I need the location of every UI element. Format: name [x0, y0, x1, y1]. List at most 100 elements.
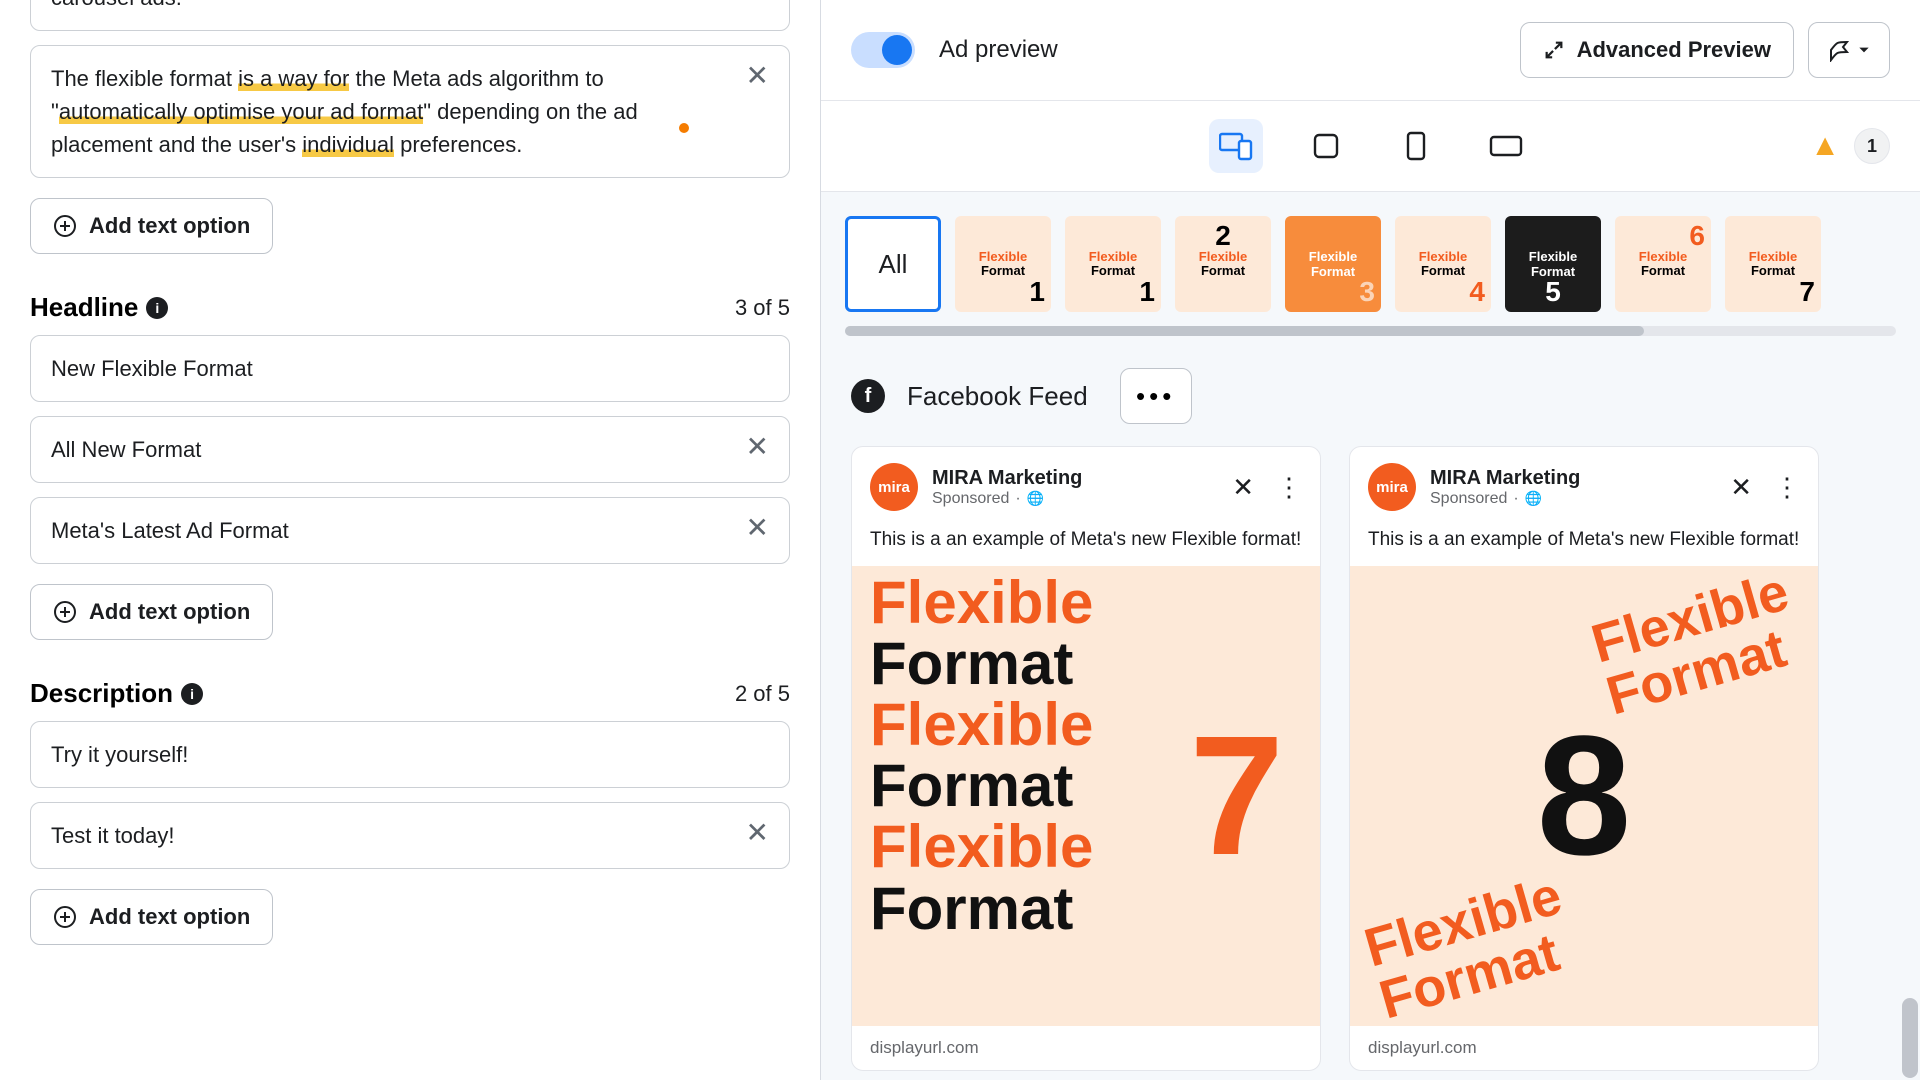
warning-count-badge[interactable]: 1 [1854, 128, 1890, 164]
add-primary-text-button[interactable]: Add text option [30, 198, 273, 254]
feed-options-button[interactable]: ••• [1120, 368, 1192, 424]
primary-text-partial: carousel ads. [51, 0, 182, 10]
remove-text-option-icon[interactable]: ✕ [746, 62, 769, 90]
view-landscape[interactable] [1479, 119, 1533, 173]
headline-text-1: All New Format [51, 433, 730, 466]
remove-headline-icon[interactable]: ✕ [746, 514, 769, 542]
share-dropdown-button[interactable] [1808, 22, 1890, 78]
headline-row-1[interactable]: All New Format ✕ [30, 416, 790, 483]
thumb-1b[interactable]: FlexibleFormat1 [1065, 216, 1161, 312]
preview-header: Ad preview Advanced Preview [821, 0, 1920, 101]
thumb-5[interactable]: FlexibleFormat5 [1505, 216, 1601, 312]
expand-icon [1543, 39, 1565, 61]
display-url: displayurl.com [852, 1026, 1320, 1070]
primary-text-row-partial[interactable]: carousel ads. [30, 0, 790, 31]
thumb-all[interactable]: All [845, 216, 941, 312]
ad-card-1: mira MIRA Marketing Sponsored · 🌐 ✕ ⋮ This… [851, 446, 1321, 1071]
highlight-span: individual [302, 132, 394, 157]
description-text-0: Try it yourself! [51, 738, 769, 771]
separator: · [1513, 490, 1518, 508]
devices-icon [1219, 131, 1253, 161]
remove-description-icon[interactable]: ✕ [746, 819, 769, 847]
square-icon [1312, 132, 1340, 160]
headline-count: 3 of 5 [735, 295, 790, 321]
thumb-2[interactable]: FlexibleFormat2 [1175, 216, 1271, 312]
description-row-1[interactable]: Test it today! ✕ [30, 802, 790, 869]
page-avatar[interactable]: mira [870, 463, 918, 511]
ad-creative-1[interactable]: Flexible Format Flexible Format Flexible… [852, 566, 1320, 1026]
view-portrait[interactable] [1389, 119, 1443, 173]
primary-text-row-2[interactable]: The flexible format is a way for the Met… [30, 45, 790, 178]
headline-section-head: Headline i 3 of 5 [30, 292, 790, 323]
description-section-head: Description i 2 of 5 [30, 678, 790, 709]
creative-thumbnail-strip: All FlexibleFormat1 FlexibleFormat1 Flex… [821, 192, 1920, 326]
card-close-icon[interactable]: ✕ [1232, 472, 1254, 503]
card-menu-icon[interactable]: ⋮ [1774, 472, 1800, 503]
headline-row-2[interactable]: Meta's Latest Ad Format ✕ [30, 497, 790, 564]
add-text-label: Add text option [89, 599, 250, 625]
add-text-label: Add text option [89, 904, 250, 930]
share-icon [1827, 38, 1851, 62]
preview-pane: Ad preview Advanced Preview ▲ [820, 0, 1920, 1080]
page-name[interactable]: MIRA Marketing [1430, 467, 1716, 490]
description-row-0[interactable]: Try it yourself! [30, 721, 790, 788]
add-description-button[interactable]: Add text option [30, 889, 273, 945]
globe-icon: 🌐 [1525, 490, 1542, 507]
separator: · [1015, 490, 1020, 508]
chevron-down-icon [1857, 43, 1871, 57]
thumb-7[interactable]: FlexibleFormat7 [1725, 216, 1821, 312]
thumb-3[interactable]: FlexibleFormat3 [1285, 216, 1381, 312]
view-square[interactable] [1299, 119, 1353, 173]
page-avatar[interactable]: mira [1368, 463, 1416, 511]
sponsored-label: Sponsored [1430, 490, 1507, 508]
globe-icon: 🌐 [1027, 490, 1044, 507]
ad-primary-text: This is a an example of Meta's new Flexi… [852, 527, 1320, 566]
device-view-tabs: ▲ 1 [821, 101, 1920, 192]
ad-creative-2[interactable]: Flexible Format Flexible Format 8 [1350, 566, 1818, 1026]
ad-preview-label: Ad preview [939, 36, 1058, 64]
preview-cards: mira MIRA Marketing Sponsored · 🌐 ✕ ⋮ This… [821, 446, 1920, 1071]
view-all-devices[interactable] [1209, 119, 1263, 173]
thumb-4[interactable]: FlexibleFormat4 [1395, 216, 1491, 312]
ad-preview-toggle[interactable] [851, 32, 915, 68]
add-text-label: Add text option [89, 213, 250, 239]
remove-headline-icon[interactable]: ✕ [746, 433, 769, 461]
page-name[interactable]: MIRA Marketing [932, 467, 1218, 490]
creative-number: 7 [1189, 698, 1284, 894]
headline-row-0[interactable]: New Flexible Format [30, 335, 790, 402]
headline-label: Headline [30, 292, 138, 323]
ad-card-2: mira MIRA Marketing Sponsored · 🌐 ✕ ⋮ This… [1349, 446, 1819, 1071]
primary-text-2-d: preferences. [394, 132, 522, 157]
ad-primary-text: This is a an example of Meta's new Flexi… [1350, 527, 1818, 566]
plus-circle-icon [53, 905, 77, 929]
display-url: displayurl.com [1350, 1026, 1818, 1070]
info-icon[interactable]: i [146, 297, 168, 319]
card-menu-icon[interactable]: ⋮ [1276, 472, 1302, 503]
facebook-icon: f [851, 379, 885, 413]
thumb-6[interactable]: FlexibleFormat6 [1615, 216, 1711, 312]
description-label: Description [30, 678, 173, 709]
suggestion-dot-icon [679, 123, 689, 133]
card-close-icon[interactable]: ✕ [1730, 472, 1752, 503]
warning-icon[interactable]: ▲ [1810, 129, 1840, 163]
primary-text-2-a: The flexible format [51, 66, 238, 91]
portrait-icon [1405, 131, 1427, 161]
plus-circle-icon [53, 214, 77, 238]
headline-text-0: New Flexible Format [51, 352, 769, 385]
description-count: 2 of 5 [735, 681, 790, 707]
highlight-span: automatically optimise your ad format [59, 99, 423, 124]
highlight-span: is a way for [238, 66, 349, 91]
sponsored-label: Sponsored [932, 490, 1009, 508]
feed-header: f Facebook Feed ••• [821, 336, 1920, 446]
headline-text-2: Meta's Latest Ad Format [51, 514, 730, 547]
thumb-1a[interactable]: FlexibleFormat1 [955, 216, 1051, 312]
advanced-preview-button[interactable]: Advanced Preview [1520, 22, 1794, 78]
add-headline-button[interactable]: Add text option [30, 584, 273, 640]
creative-number: 8 [1537, 698, 1632, 894]
pane-scrollbar[interactable] [1902, 998, 1918, 1078]
info-icon[interactable]: i [181, 683, 203, 705]
plus-circle-icon [53, 600, 77, 624]
description-text-1: Test it today! [51, 819, 730, 852]
form-pane: carousel ads. The flexible format is a w… [0, 0, 820, 1080]
thumbnail-scrollbar[interactable] [845, 326, 1896, 336]
